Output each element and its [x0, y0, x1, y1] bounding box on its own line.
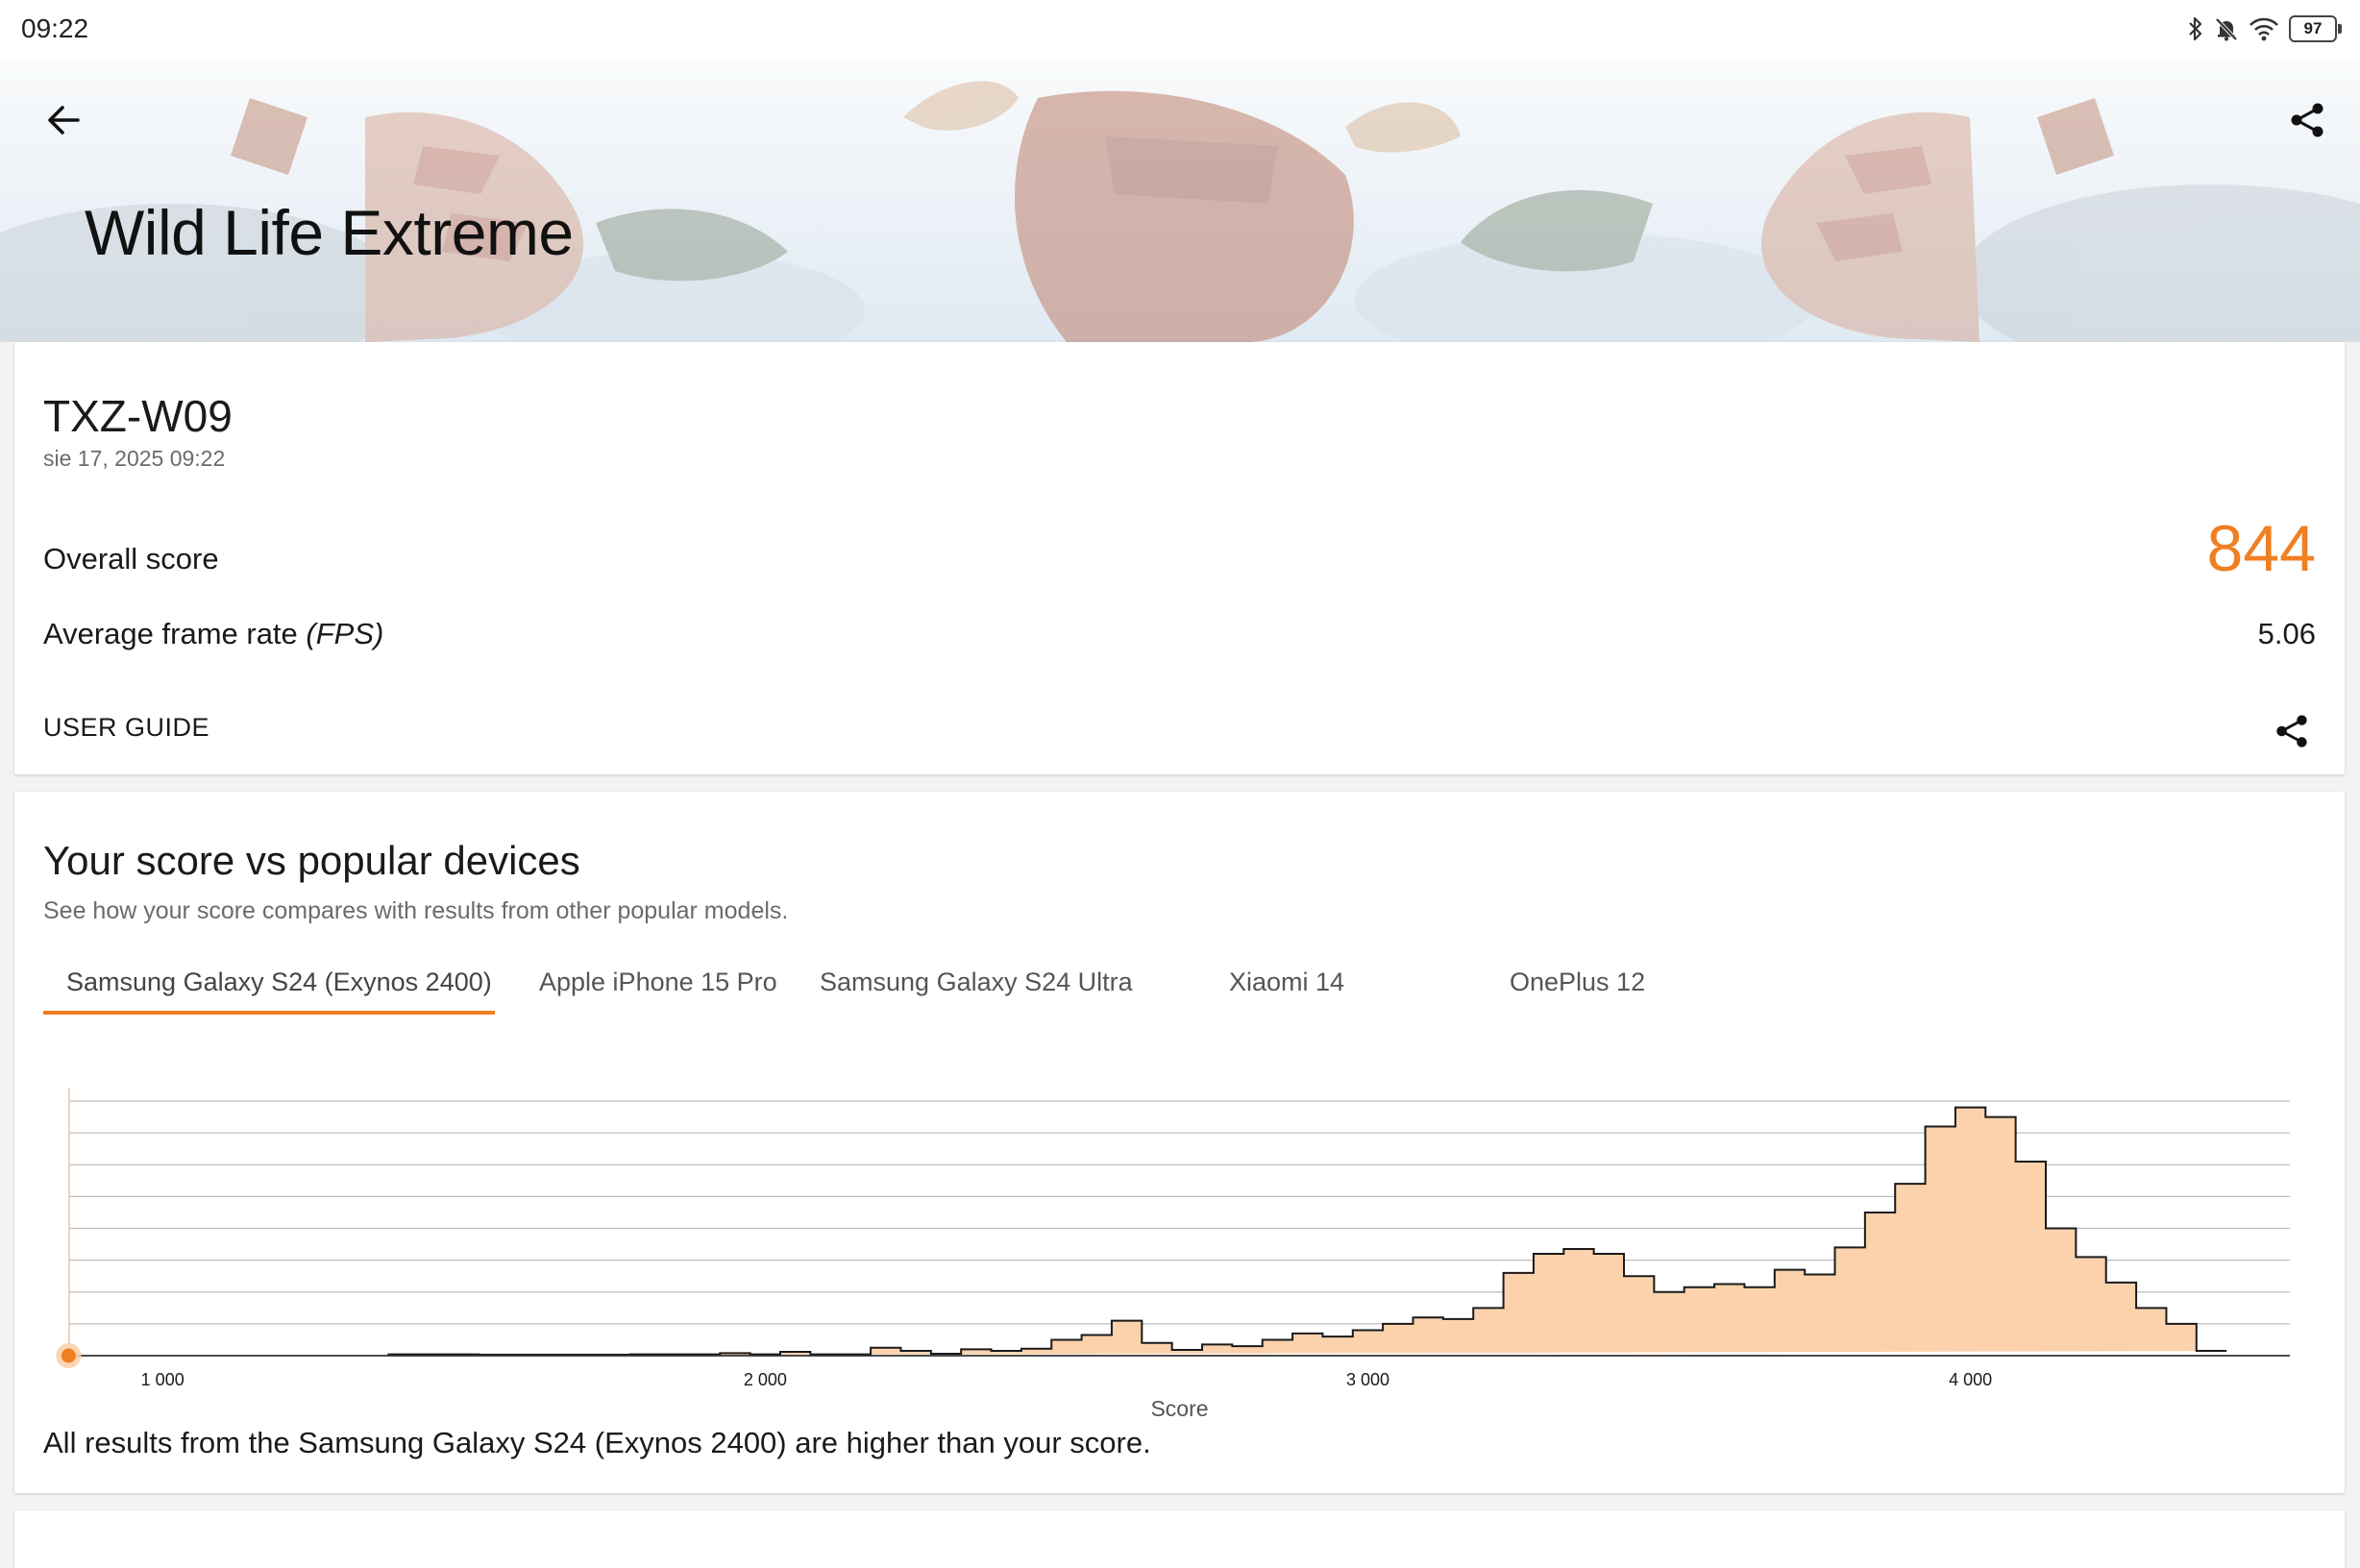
share-result-button[interactable] [2268, 707, 2316, 755]
x-tick-label: 1 000 [141, 1370, 184, 1389]
status-time: 09:22 [21, 13, 89, 43]
share-icon [2291, 103, 2323, 137]
result-card: TXZ-W09 sie 17, 2025 09:22 Overall score… [14, 342, 2345, 774]
share-icon [2276, 715, 2307, 747]
share-button[interactable] [2279, 92, 2335, 148]
wifi-icon [2249, 17, 2278, 41]
comparison-card: Your score vs popular devices See how yo… [14, 792, 2345, 1493]
device-name: TXZ-W09 [43, 391, 233, 441]
fps-value: 5.06 [2257, 617, 2316, 650]
arrow-left-icon [48, 106, 80, 135]
result-date: sie 17, 2025 09:22 [43, 446, 226, 471]
x-tick-label: 3 000 [1346, 1370, 1389, 1389]
overall-score-label: Overall score [43, 542, 219, 576]
battery-level: 97 [2303, 19, 2323, 37]
overall-score-value: 844 [2206, 512, 2316, 585]
x-tick-label: 4 000 [1949, 1370, 1992, 1389]
your-score-marker [61, 1348, 76, 1363]
battery-icon: 97 [2289, 15, 2342, 42]
status-bar: 09:22 97 [0, 0, 2360, 60]
comparison-verdict: All results from the Samsung Galaxy S24 … [43, 1426, 1151, 1459]
histogram-area [388, 1107, 2227, 1356]
bluetooth-icon [2189, 16, 2202, 41]
mute-bell-icon [2215, 17, 2238, 41]
status-icons: 97 [2187, 15, 2342, 42]
back-button[interactable] [37, 92, 92, 148]
header-banner: Wild Life Extreme [0, 60, 2360, 342]
fps-label: Average frame rate (FPS) [43, 617, 383, 651]
fps-unit: (FPS) [306, 617, 384, 650]
fps-label-text: Average frame rate [43, 617, 307, 650]
next-card [14, 1510, 2345, 1568]
page-title: Wild Life Extreme [85, 197, 574, 268]
score-distribution-chart: 1 000 2 000 3 000 4 000 Score [56, 1088, 2290, 1421]
x-axis-label: Score [1150, 1396, 1208, 1421]
user-guide-button[interactable]: USER GUIDE [43, 713, 209, 743]
x-tick-label: 2 000 [744, 1370, 787, 1389]
